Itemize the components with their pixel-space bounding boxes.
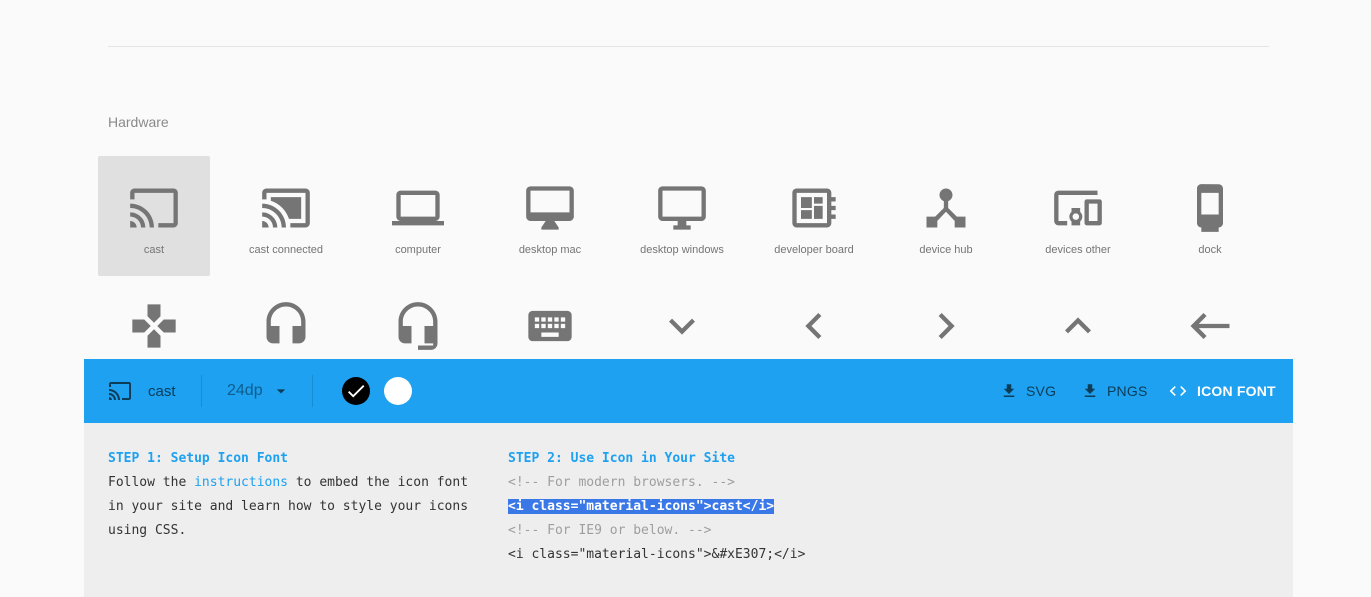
icon-label: developer board	[774, 244, 854, 256]
icon-font-instructions: STEP 1: Setup Icon Font Follow the instr…	[84, 423, 1293, 597]
cast-connected-icon	[262, 188, 310, 228]
icon-tile-cast-connected[interactable]: cast connected	[230, 156, 342, 276]
dock-icon	[1197, 184, 1223, 232]
icon-tile-cast[interactable]: cast	[98, 156, 210, 276]
code-comment-modern: <!-- For modern browsers. -->	[508, 475, 735, 490]
size-dropdown[interactable]: 24dp	[227, 381, 293, 401]
download-svg-button[interactable]: SVG	[1000, 381, 1056, 401]
icon-font-button[interactable]: ICON FONT	[1168, 381, 1276, 401]
cast-icon	[130, 188, 178, 228]
icon-tile-developer-board[interactable]: developer board	[758, 156, 870, 276]
code-snippet-ie[interactable]: <i class="material-icons">&#xE307;</i>	[508, 543, 805, 567]
icon-tile-device-hub[interactable]: device hub	[890, 156, 1002, 276]
selected-code: <i class="material-icons">cast</i>	[508, 499, 775, 514]
computer-icon	[392, 190, 444, 226]
code-icon	[1169, 386, 1187, 396]
step2-title: STEP 2: Use Icon in Your Site	[508, 451, 735, 466]
icon-label: cast	[143, 244, 165, 256]
step1-line2: in your site and learn how to style your…	[108, 499, 469, 514]
toolbar-divider	[312, 375, 313, 407]
light-color-swatch[interactable]	[384, 377, 412, 405]
icon-tile-desktop-mac[interactable]: desktop mac	[494, 156, 606, 276]
selected-icon-preview: cast	[108, 379, 176, 403]
gamepad-icon	[132, 304, 176, 348]
top-divider	[108, 46, 1269, 47]
headset-icon	[266, 302, 306, 344]
icon-label: desktop mac	[518, 244, 582, 256]
icon-tile-dock[interactable]: dock	[1154, 156, 1266, 276]
instructions-link[interactable]: instructions	[194, 475, 288, 490]
download-svg-label: SVG	[1026, 383, 1057, 399]
section-title: Hardware	[108, 114, 169, 130]
step1-text: Follow the	[108, 475, 195, 490]
download-icon	[1003, 384, 1015, 397]
icon-detail-toolbar: cast 24dp SVG PNGS ICON FONT	[84, 359, 1293, 423]
step1-title: STEP 1: Setup Icon Font	[108, 451, 289, 466]
check-icon	[347, 385, 365, 398]
keyboard-icon	[528, 310, 572, 342]
code-comment-ie: <!-- For IE9 or below. -->	[508, 523, 712, 538]
toolbar-divider	[201, 375, 202, 407]
desktop-windows-icon	[658, 186, 706, 230]
keyboard-arrow-right-icon	[938, 313, 955, 339]
headset-mic-icon	[398, 302, 438, 350]
code-snippet-modern[interactable]: <i class="material-icons">cast</i>	[508, 495, 775, 519]
devices-other-icon	[1054, 190, 1102, 226]
step1-line1: Follow the instructions to embed the ico…	[108, 471, 468, 495]
icon-label: devices other	[1045, 244, 1111, 256]
dark-color-swatch[interactable]	[342, 377, 370, 405]
step1-text: to embed the icon font	[288, 475, 469, 490]
icon-tile-desktop-windows[interactable]: desktop windows	[626, 156, 738, 276]
icon-tile-computer[interactable]: computer	[362, 156, 474, 276]
cast-icon	[109, 382, 131, 400]
icon-label: computer	[395, 244, 441, 256]
download-pngs-button[interactable]: PNGS	[1081, 381, 1147, 401]
dropdown-arrow-icon	[276, 389, 285, 394]
keyboard-arrow-left-icon	[805, 313, 822, 339]
size-value: 24dp	[227, 382, 263, 399]
icon-label: device hub	[919, 244, 973, 256]
icon-label: dock	[1198, 244, 1222, 256]
icon-label: desktop windows	[640, 244, 724, 256]
device-hub-icon	[926, 188, 966, 228]
keyboard-arrow-up-icon	[1065, 317, 1091, 334]
download-icon	[1084, 384, 1096, 397]
icon-tile-devices-other[interactable]: devices other	[1022, 156, 1134, 276]
icon-font-label: ICON FONT	[1197, 383, 1276, 399]
keyboard-backspace-icon	[1190, 313, 1230, 339]
keyboard-arrow-down-icon	[669, 318, 695, 335]
download-pngs-label: PNGS	[1107, 383, 1148, 399]
developer-board-icon	[792, 188, 836, 228]
step1-line3: using CSS.	[108, 523, 187, 538]
selected-icon-name: cast	[148, 382, 176, 400]
desktop-mac-icon	[526, 186, 574, 230]
icon-label: cast connected	[249, 244, 323, 256]
